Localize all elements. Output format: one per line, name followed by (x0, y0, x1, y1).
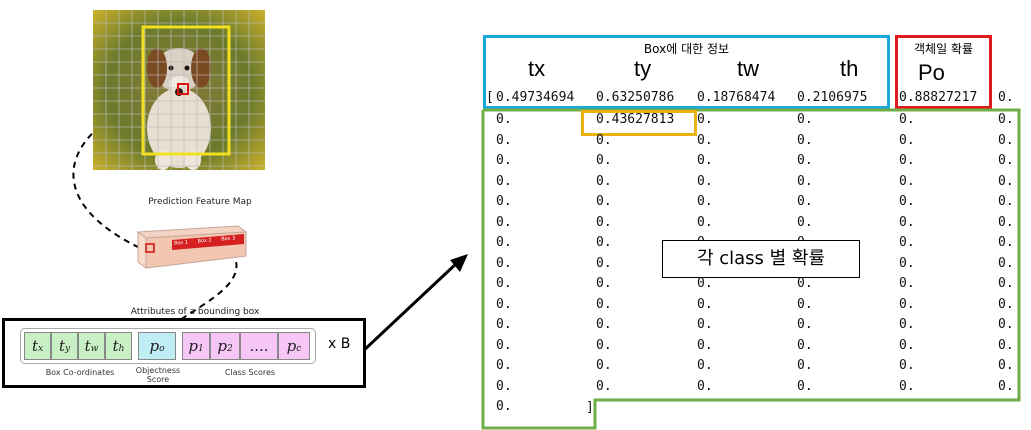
zero-cell: 0. (596, 378, 612, 394)
zero-cell: 0. (899, 255, 915, 271)
zero-cell: 0. (496, 378, 512, 394)
value-first-class: 0. (998, 90, 1014, 105)
zero-cell: 0. (596, 132, 612, 148)
zero-cell: 0. (697, 317, 713, 332)
zero-cell: 0. (899, 132, 915, 148)
header-tx: tx (528, 56, 546, 81)
zero-cell: 0. (496, 399, 512, 414)
zero-cell: 0. (998, 337, 1014, 353)
box-info-title: Box에 대한 정보 (643, 42, 730, 56)
zero-cell: 0. (998, 194, 1014, 209)
zero-cell: 0. (596, 296, 612, 312)
header-th: th (840, 56, 859, 81)
zero-cell: 0. (899, 358, 915, 373)
zero-cell: 0. (998, 296, 1014, 312)
zero-cell: 0. (899, 378, 915, 394)
zero-cell: 0. (596, 255, 612, 271)
zero-cell: 0. (797, 317, 813, 332)
zero-cell: 0. (797, 112, 813, 127)
zero-cell: 0. (797, 153, 813, 168)
zero-cell: 0. (998, 378, 1014, 394)
value-tx: 0.49734694 (496, 90, 575, 105)
zero-cell: 0. (596, 194, 612, 209)
objectness-title: 객체일 확률 (913, 42, 973, 56)
zero-cell: 0. (496, 214, 512, 230)
zero-cell: 0. (998, 358, 1014, 373)
zero-cell: 0. (496, 235, 512, 250)
zero-cell: 0. (596, 214, 612, 230)
zero-cell: 0. (496, 173, 512, 189)
zero-cell: 0. (496, 296, 512, 312)
zero-cell: 0. (596, 317, 612, 332)
zero-cell: 0. (899, 337, 915, 353)
zero-cell: 0. (697, 358, 713, 373)
zero-cell: 0. (596, 235, 612, 250)
value-ty: 0.63250786 (596, 90, 675, 105)
value-th: 0.2106975 (797, 90, 868, 105)
close-bracket: ] (586, 400, 594, 415)
zero-cell: 0. (596, 337, 612, 353)
zero-cell: 0. (697, 112, 713, 127)
zero-cell: 0. (496, 255, 512, 271)
zero-cell: 0. (797, 276, 813, 291)
zero-cell: 0. (596, 276, 612, 291)
zero-cell: 0. (496, 153, 512, 168)
open-bracket: [ (486, 90, 494, 105)
zero-cell: 0. (797, 337, 813, 353)
zero-cell: 0. (899, 194, 915, 209)
zero-cell: 0. (697, 378, 713, 394)
zero-cell: 0. (998, 235, 1014, 250)
zero-cell: 0. (797, 132, 813, 148)
highlight-value: 0.43627813 (596, 112, 675, 127)
zero-cell: 0. (797, 214, 813, 230)
zero-cell: 0. (697, 296, 713, 312)
zero-cell: 0. (998, 214, 1014, 230)
zero-cell: 0. (998, 276, 1014, 291)
zero-cell: 0. (797, 173, 813, 189)
zero-cell: 0. (496, 317, 512, 332)
zero-cell: 0. (797, 194, 813, 209)
zero-cell: 0. (899, 214, 915, 230)
zero-cell: 0. (697, 194, 713, 209)
class-probability-label: 각 class 별 확률 (662, 240, 860, 278)
value-tw: 0.18768474 (697, 90, 776, 105)
zero-cell: 0. (496, 358, 512, 373)
zero-cell: 0. (496, 194, 512, 209)
zero-cell: 0. (998, 317, 1014, 332)
zero-cell: 0. (998, 173, 1014, 189)
zero-cell: 0. (899, 153, 915, 168)
zero-cell: 0. (697, 276, 713, 291)
zero-cell: 0. (899, 317, 915, 332)
zero-cell: 0. (998, 255, 1014, 271)
zero-cell: 0. (596, 153, 612, 168)
class-prob-frame (481, 108, 1021, 430)
zero-cell: 0. (899, 112, 915, 127)
zero-cell: 0. (496, 276, 512, 291)
zero-cell: 0. (899, 235, 915, 250)
zero-cell: 0. (797, 358, 813, 373)
zero-cell: 0. (596, 173, 612, 189)
value-po: 0.88827217 (899, 90, 978, 105)
zero-cell: 0. (998, 132, 1014, 148)
zero-cell: 0. (998, 153, 1014, 168)
zero-cell: 0. (697, 153, 713, 168)
zero-cell: 0. (797, 378, 813, 394)
zero-cell: 0. (697, 132, 713, 148)
header-tw: tw (737, 56, 759, 81)
zero-cell: 0. (998, 112, 1014, 127)
zero-cell: 0. (797, 296, 813, 312)
zero-cell: 0. (899, 296, 915, 312)
header-ty: ty (634, 56, 652, 81)
zero-cell: 0. (496, 132, 512, 148)
zero-cell: 0. (496, 112, 512, 127)
zero-cell: 0. (899, 173, 915, 189)
zero-cell: 0. (496, 337, 512, 353)
zero-cell: 0. (697, 173, 713, 189)
zero-cell: 0. (697, 214, 713, 230)
zero-cell: 0. (697, 337, 713, 353)
header-po: Po (918, 60, 945, 85)
zero-cell: 0. (899, 276, 915, 291)
zero-cell: 0. (596, 358, 612, 373)
